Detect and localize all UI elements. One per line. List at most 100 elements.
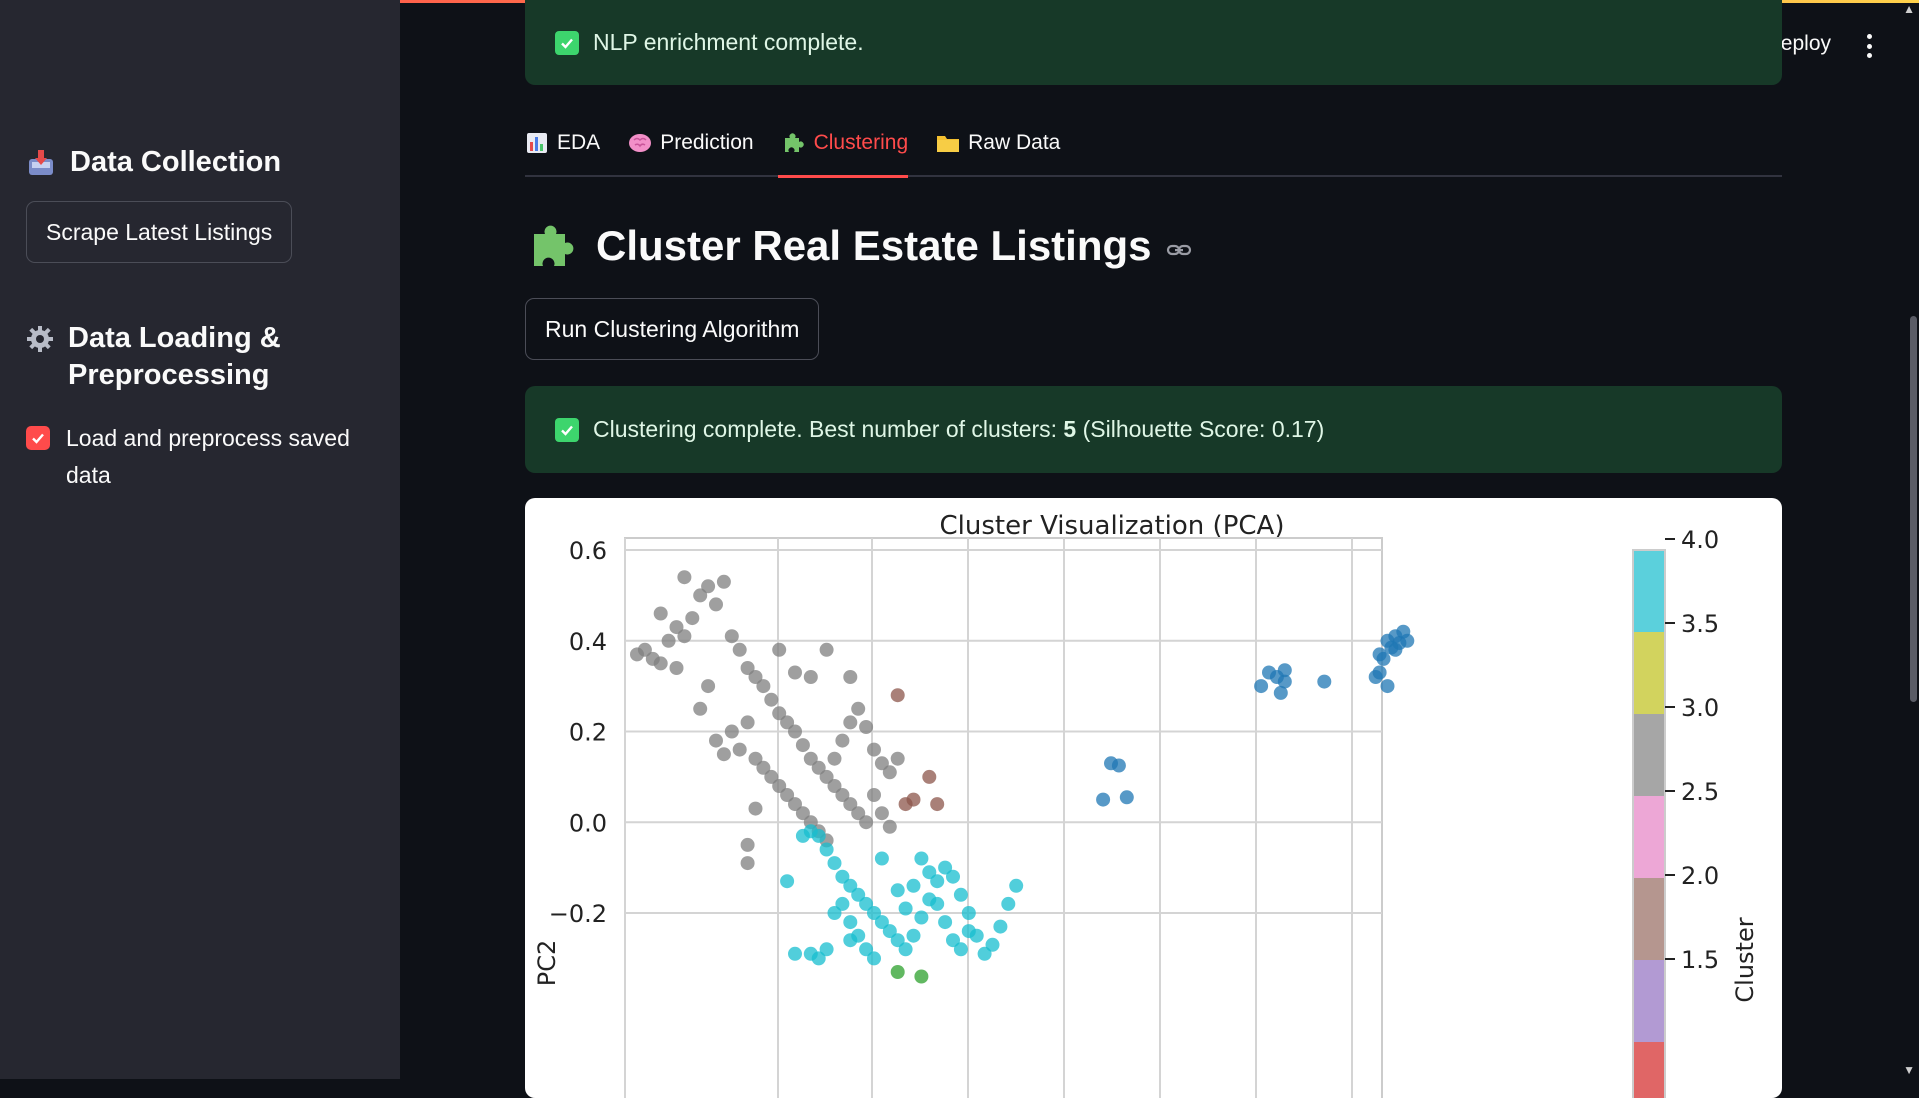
inbox-tray-icon [26, 148, 56, 178]
colorbar-segment [1633, 1042, 1665, 1098]
main-menu-icon[interactable] [1865, 34, 1873, 58]
checkbox-label: Load and preprocess saved data [66, 420, 366, 494]
scatter-point [670, 661, 684, 675]
colorbar-segment [1633, 878, 1665, 960]
plot-frame [625, 538, 1382, 1098]
scatter-point [717, 747, 731, 761]
scatter-point [851, 702, 865, 716]
colorbar-segment [1633, 796, 1665, 878]
load-preprocess-checkbox-row[interactable]: Load and preprocess saved data [26, 420, 366, 494]
cluster-chart: Cluster Visualization (PCA) 0.60.40.20.0… [525, 498, 1782, 1098]
bar-chart-icon [525, 131, 549, 155]
scatter-point [867, 743, 881, 757]
colorbar-tick-label: 2.5 [1681, 778, 1719, 806]
scatter-point [1373, 666, 1387, 680]
main-scrollbar[interactable] [1910, 316, 1917, 702]
checkbox-checked[interactable] [26, 426, 50, 450]
scatter-point [867, 951, 881, 965]
colorbar-tick-label: 1.5 [1681, 946, 1719, 974]
best-cluster-count: 5 [1063, 416, 1076, 442]
tab-clustering[interactable]: Clustering [782, 124, 909, 161]
alert-text: NLP enrichment complete. [593, 29, 864, 56]
scatter-point [685, 611, 699, 625]
scatter-point [867, 788, 881, 802]
scatter-point [654, 656, 668, 670]
link-icon[interactable] [1166, 237, 1192, 263]
data-collection-heading: Data Collection [26, 144, 292, 181]
scatter-point [843, 670, 857, 684]
brain-icon [628, 131, 652, 155]
scatter-point [922, 865, 936, 879]
nlp-success-alert: NLP enrichment complete. [525, 0, 1782, 85]
colorbar-segment [1633, 632, 1665, 714]
scatter-point [717, 575, 731, 589]
scatter-point [709, 734, 723, 748]
tab-eda[interactable]: EDA [525, 124, 600, 161]
scatter-point [843, 933, 857, 947]
scatter-point [922, 770, 936, 784]
sidebar: Data Collection Scrape Latest Listings D… [0, 0, 400, 1079]
scatter-point [1400, 634, 1414, 648]
colorbar-tick-label: 2.0 [1681, 862, 1719, 890]
scatter-point [907, 793, 921, 807]
scatter-point [899, 942, 913, 956]
scroll-up-arrow[interactable]: ▲ [1903, 2, 1915, 16]
scatter-point [891, 883, 905, 897]
colorbar-segment [1633, 714, 1665, 796]
check-icon [555, 418, 579, 442]
y-axis-label: PC2 [533, 940, 561, 987]
scatter-point [1274, 686, 1288, 700]
scatter-point [741, 715, 755, 729]
scatter-point [820, 643, 834, 657]
scatter-point [788, 666, 802, 680]
scatter-point [993, 920, 1007, 934]
scatter-point [891, 752, 905, 766]
scatter-point [804, 670, 818, 684]
scroll-down-arrow[interactable]: ▼ [1903, 1063, 1915, 1077]
scatter-point [741, 838, 755, 852]
scatter-point [938, 915, 952, 929]
folder-icon [936, 131, 960, 155]
tab-raw-data[interactable]: Raw Data [936, 124, 1060, 161]
scatter-point [891, 965, 905, 979]
scatter-point [875, 806, 889, 820]
data-loading-section: Data Loading & Preprocessing [26, 320, 366, 394]
scatter-point [954, 888, 968, 902]
scatter-point [820, 843, 834, 857]
run-clustering-button[interactable]: Run Clustering Algorithm [525, 298, 819, 360]
tab-prediction[interactable]: Prediction [628, 124, 753, 161]
y-tick-label: 0.0 [569, 809, 607, 837]
scatter-point [930, 797, 944, 811]
scatter-point [883, 765, 897, 779]
scatter-point [843, 915, 857, 929]
scatter-point [1009, 879, 1023, 893]
y-tick-label: 0.4 [569, 628, 607, 656]
scatter-point [1096, 793, 1110, 807]
scatter-point [693, 702, 707, 716]
check-icon [555, 31, 579, 55]
colorbar-segment [1633, 960, 1665, 1042]
scatter-point [749, 802, 763, 816]
y-tick-label: −0.2 [549, 900, 607, 928]
scatter-point [954, 942, 968, 956]
scatter-point [662, 634, 676, 648]
colorbar-label: Cluster [1731, 917, 1759, 1002]
scatter-point [914, 970, 928, 984]
scatter-point [859, 720, 873, 734]
scatter-point [677, 629, 691, 643]
y-tick-label: 0.2 [569, 719, 607, 747]
scatter-point [899, 902, 913, 916]
scatter-point [1120, 790, 1134, 804]
scatter-point [914, 852, 928, 866]
scatter-point [756, 679, 770, 693]
scatter-point [677, 570, 691, 584]
scatter-point [1381, 679, 1395, 693]
scatter-point [1377, 652, 1391, 666]
scatter-point [891, 688, 905, 702]
scatter-point [1317, 675, 1331, 689]
scatter-point [780, 874, 794, 888]
scatter-point [741, 856, 755, 870]
page-title-text: Cluster Real Estate Listings [596, 222, 1152, 270]
scatter-point [654, 607, 668, 621]
scrape-latest-listings-button[interactable]: Scrape Latest Listings [26, 201, 292, 263]
